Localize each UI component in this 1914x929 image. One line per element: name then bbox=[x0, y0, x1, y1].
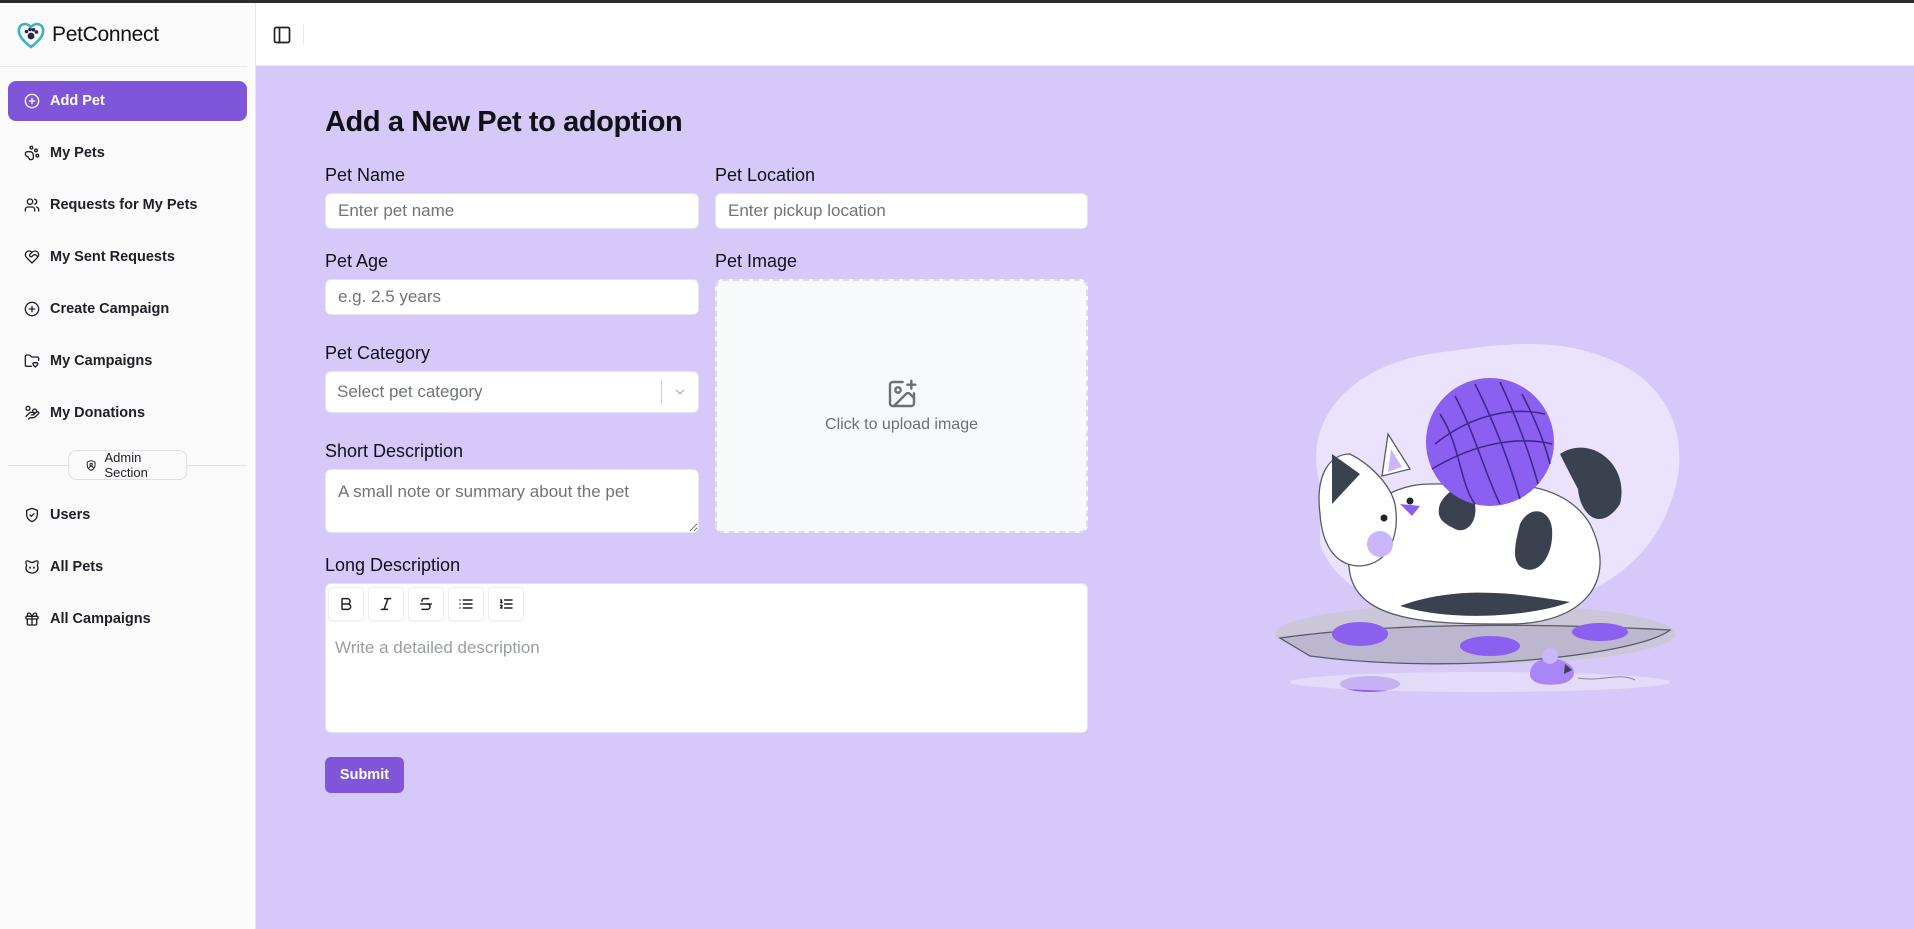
strikethrough-icon bbox=[419, 597, 433, 611]
bullet-list-button[interactable] bbox=[448, 587, 484, 621]
upload-text: Click to upload image bbox=[825, 416, 978, 433]
sidebar-item-label: All Campaigns bbox=[50, 611, 151, 627]
hand-coins-icon bbox=[25, 405, 40, 420]
bold-icon bbox=[341, 597, 352, 611]
chevron-down-icon bbox=[662, 385, 698, 399]
sidebar-item-users[interactable]: Users bbox=[8, 495, 247, 535]
top-header bbox=[256, 3, 1914, 66]
pet-age-label: Pet Age bbox=[325, 251, 389, 271]
sidebar-item-label: My Sent Requests bbox=[50, 249, 175, 265]
bold-button[interactable] bbox=[328, 587, 364, 621]
sidebar-item-label: Create Campaign bbox=[50, 301, 170, 317]
pet-age-input[interactable] bbox=[325, 279, 699, 315]
admin-nav: Users All Pets All Campaigns bbox=[0, 495, 255, 639]
editor-placeholder: Write a detailed description bbox=[335, 638, 540, 657]
italic-icon bbox=[380, 597, 392, 611]
pet-location-label: Pet Location bbox=[715, 165, 816, 185]
folder-heart-icon bbox=[24, 354, 40, 368]
main-content: Add a New Pet to adoption Pet Name Pet L… bbox=[256, 66, 1914, 929]
sidebar-nav: Add Pet My Pets Requests for My Pets My … bbox=[0, 67, 255, 433]
pet-category-select[interactable]: Select pet category bbox=[325, 371, 699, 413]
plus-circle-icon bbox=[24, 93, 40, 109]
users-icon bbox=[24, 198, 40, 212]
bullet-list-icon bbox=[459, 599, 473, 609]
pet-name-label: Pet Name bbox=[325, 165, 406, 185]
editor-toolbar bbox=[326, 584, 1087, 624]
heart-handshake-icon bbox=[24, 250, 40, 264]
sidebar-item-create-campaign[interactable]: Create Campaign bbox=[8, 289, 247, 329]
pet-category-placeholder: Select pet category bbox=[337, 382, 483, 401]
sidebar-item-label: All Pets bbox=[50, 559, 104, 575]
long-description-label: Long Description bbox=[325, 555, 461, 575]
short-description-label: Short Description bbox=[325, 441, 464, 461]
app-name: PetConnect bbox=[52, 22, 159, 46]
sidebar-item-my-donations[interactable]: My Donations bbox=[8, 393, 247, 433]
pet-location-input[interactable] bbox=[715, 193, 1088, 229]
admin-section-label: Admin Section bbox=[104, 450, 148, 480]
long-description-editor[interactable]: Write a detailed description bbox=[325, 583, 1088, 733]
plus-circle-icon bbox=[24, 301, 40, 317]
sidebar-item-all-campaigns[interactable]: All Campaigns bbox=[8, 599, 247, 639]
sidebar-item-label: My Pets bbox=[50, 145, 105, 161]
shield-check-icon bbox=[26, 507, 38, 523]
numbered-list-icon bbox=[499, 599, 513, 609]
admin-section-badge: Admin Section bbox=[67, 450, 188, 480]
numbered-list-button[interactable] bbox=[488, 587, 524, 621]
cat-icon bbox=[25, 560, 39, 574]
sidebar-item-all-pets[interactable]: All Pets bbox=[8, 547, 247, 587]
strikethrough-button[interactable] bbox=[408, 587, 444, 621]
sidebar-item-requests-for-my-pets[interactable]: Requests for My Pets bbox=[8, 185, 247, 225]
sidebar-item-my-sent-requests[interactable]: My Sent Requests bbox=[8, 237, 247, 277]
sidebar-item-label: My Campaigns bbox=[50, 353, 153, 369]
sidebar-toggle-icon[interactable] bbox=[272, 25, 292, 45]
italic-button[interactable] bbox=[368, 587, 404, 621]
sidebar-item-label: Add Pet bbox=[50, 93, 105, 109]
sidebar-item-label: Requests for My Pets bbox=[50, 197, 198, 213]
shield-user-icon bbox=[86, 459, 96, 471]
header-divider bbox=[303, 25, 304, 45]
sidebar-item-my-pets[interactable]: My Pets bbox=[8, 133, 247, 173]
paw-icon bbox=[24, 145, 40, 161]
image-plus-icon bbox=[888, 379, 917, 408]
sidebar: PetConnect Add Pet My Pets Requests for … bbox=[0, 3, 256, 929]
submit-button[interactable]: Submit bbox=[325, 757, 404, 793]
image-upload-dropzone[interactable]: Click to upload image bbox=[715, 279, 1088, 533]
petconnect-logo-icon bbox=[17, 22, 45, 49]
gift-icon bbox=[25, 612, 39, 626]
sidebar-item-label: Users bbox=[50, 507, 91, 523]
brand[interactable]: PetConnect bbox=[0, 3, 247, 67]
sidebar-item-add-pet[interactable]: Add Pet bbox=[8, 81, 247, 121]
sidebar-item-label: My Donations bbox=[50, 405, 146, 421]
cat-playing-yarn-illustration bbox=[1275, 344, 1680, 692]
page-title: Add a New Pet to adoption bbox=[325, 106, 683, 138]
pet-category-label: Pet Category bbox=[325, 343, 431, 363]
admin-section-divider: Admin Section bbox=[8, 445, 247, 485]
pet-image-label: Pet Image bbox=[715, 251, 798, 271]
pet-name-input[interactable] bbox=[325, 193, 699, 229]
sidebar-item-my-campaigns[interactable]: My Campaigns bbox=[8, 341, 247, 381]
short-description-textarea[interactable] bbox=[325, 469, 699, 533]
